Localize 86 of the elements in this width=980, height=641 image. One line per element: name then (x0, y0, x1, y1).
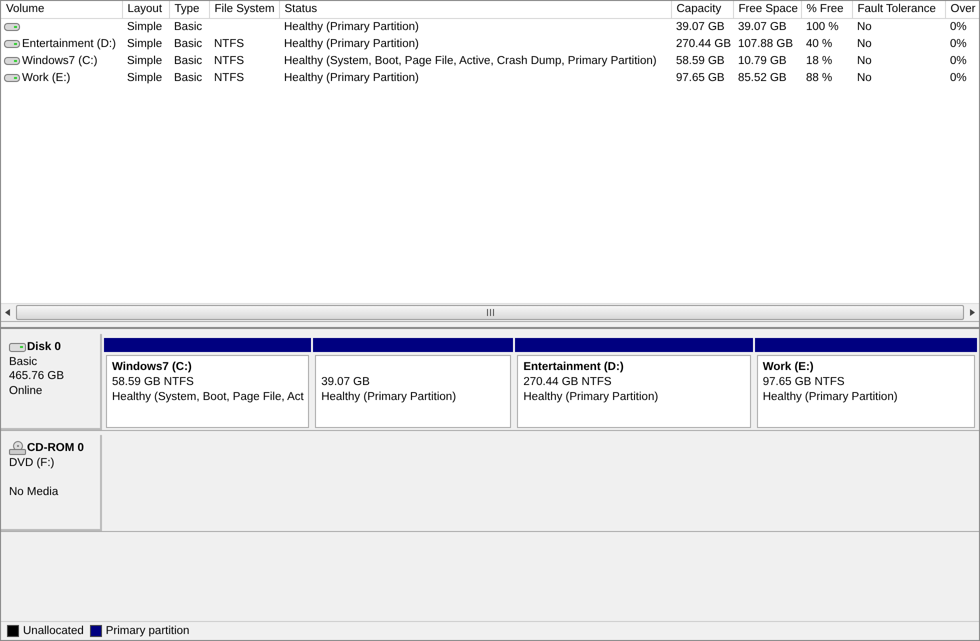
table-cell: Simple (127, 21, 162, 33)
partition-size: 270.44 GB NTFS (523, 375, 613, 390)
table-cell: 85.52 GB (738, 72, 787, 84)
partition-box[interactable]: Entertainment (D:) 270.44 GB NTFS Healthy (Primary Partition) (517, 355, 751, 428)
table-cell: No (857, 72, 872, 84)
table-cell: No (857, 38, 872, 50)
disk-info-panel[interactable]: Disk 0 Basic 465.76 GB Online (1, 334, 102, 430)
partition-name: Work (E:) (762, 360, 815, 375)
table-cell: 10.79 GB (738, 55, 787, 67)
disk-info-panel[interactable]: CD-ROM 0 DVD (F:) No Media (1, 435, 102, 531)
column-header[interactable]: Fault Tolerance (852, 1, 945, 18)
disk-name: Disk 0 (27, 340, 61, 354)
table-cell: NTFS (214, 55, 244, 67)
table-cell: Simple (127, 72, 162, 84)
disk-name: CD-ROM 0 (27, 441, 84, 456)
partition-size: 58.59 GB NTFS (112, 375, 195, 390)
table-cell: Simple (127, 55, 162, 67)
scroll-left-icon[interactable] (5, 309, 10, 316)
partition-name: Entertainment (D:) (523, 360, 625, 375)
cd-drive-icon (9, 441, 26, 456)
column-header[interactable]: Over (945, 1, 979, 18)
legend-label: Primary partition (106, 625, 190, 637)
column-header[interactable]: Capacity (671, 1, 733, 18)
table-cell: 39.07 GB (738, 21, 787, 33)
column-header[interactable]: Free Space (733, 1, 801, 18)
partition-status: Healthy (Primary Partition) (762, 390, 899, 405)
table-cell: Simple (127, 38, 162, 50)
table-cell: 100 % (806, 21, 839, 33)
scrollbar-thumb[interactable] (16, 305, 964, 320)
partition-box[interactable]: Work (E:) 97.65 GB NTFS Healthy (Primary Partition) (756, 355, 975, 428)
table-cell: 270.44 GB (676, 38, 731, 50)
table-cell: NTFS (214, 72, 244, 84)
drive-icon (4, 23, 20, 31)
partition-size: 97.65 GB NTFS (762, 375, 846, 390)
disk-detail: DVD (F:) (9, 456, 56, 470)
column-header[interactable]: % Free (801, 1, 852, 18)
table-cell: 39.07 GB (676, 21, 725, 33)
table-cell: 88 % (806, 72, 832, 84)
column-header[interactable]: Layout (122, 1, 169, 18)
table-cell: 0% (950, 21, 967, 33)
table-cell: NTFS (214, 38, 244, 50)
drive-icon (9, 342, 26, 352)
column-header[interactable]: Status (279, 1, 671, 18)
disk-detail: Basic (9, 354, 38, 369)
disk-detail: Online (9, 384, 44, 398)
partition-size: 39.07 GB (321, 374, 371, 390)
drive-icon (4, 57, 20, 65)
column-header[interactable]: Type (169, 1, 209, 18)
partition-box[interactable]: Windows7 (C:) 58.59 GB NTFS Healthy (System, Boot, Page File, Act (106, 355, 310, 428)
drive-icon (4, 74, 20, 82)
scroll-right-icon[interactable] (970, 309, 975, 316)
table-cell: 0% (950, 55, 967, 67)
drive-icon (4, 40, 20, 48)
table-cell: Basic (174, 72, 202, 84)
table-cell: Windows7 (C:) (22, 55, 98, 67)
partition-status: Healthy (Primary Partition) (321, 390, 458, 404)
splitter-bar[interactable] (1, 321, 979, 329)
disk-detail: No Media (9, 484, 60, 499)
table-cell: Healthy (Primary Partition) (284, 72, 419, 84)
partition-box[interactable]: 39.07 GB Healthy (Primary Partition) (315, 355, 512, 428)
column-header[interactable]: File System (209, 1, 279, 18)
table-cell: 0% (950, 38, 967, 50)
partition-status: Healthy (System, Boot, Page File, Act (112, 390, 305, 405)
table-cell: Basic (174, 38, 202, 50)
partition-status: Healthy (Primary Partition) (523, 390, 660, 405)
table-cell: Basic (174, 21, 202, 33)
partition-name: Windows7 (C:) (112, 360, 193, 375)
column-header[interactable]: Volume (1, 1, 122, 18)
table-cell: Healthy (Primary Partition) (284, 38, 419, 50)
table-cell: Basic (174, 55, 202, 67)
table-cell: No (857, 21, 872, 33)
table-cell: 0% (950, 72, 967, 84)
table-cell: 107.88 GB (738, 38, 793, 50)
table-cell: Healthy (Primary Partition) (284, 21, 419, 33)
legend-label: Unallocated (23, 625, 84, 637)
table-cell: Work (E:) (22, 72, 70, 84)
table-cell: 58.59 GB (676, 55, 725, 67)
table-cell: 40 % (806, 38, 832, 50)
disk-detail: 465.76 GB (9, 369, 65, 384)
horizontal-scrollbar[interactable] (1, 303, 979, 321)
table-cell: 18 % (806, 55, 832, 67)
grip-icon (486, 309, 494, 316)
table-cell: No (857, 55, 872, 67)
table-cell: Entertainment (D:) (22, 38, 116, 50)
table-cell: Healthy (System, Boot, Page File, Active, Crash Dump, Primary Partition) (284, 55, 657, 67)
table-cell: 97.65 GB (676, 72, 725, 84)
